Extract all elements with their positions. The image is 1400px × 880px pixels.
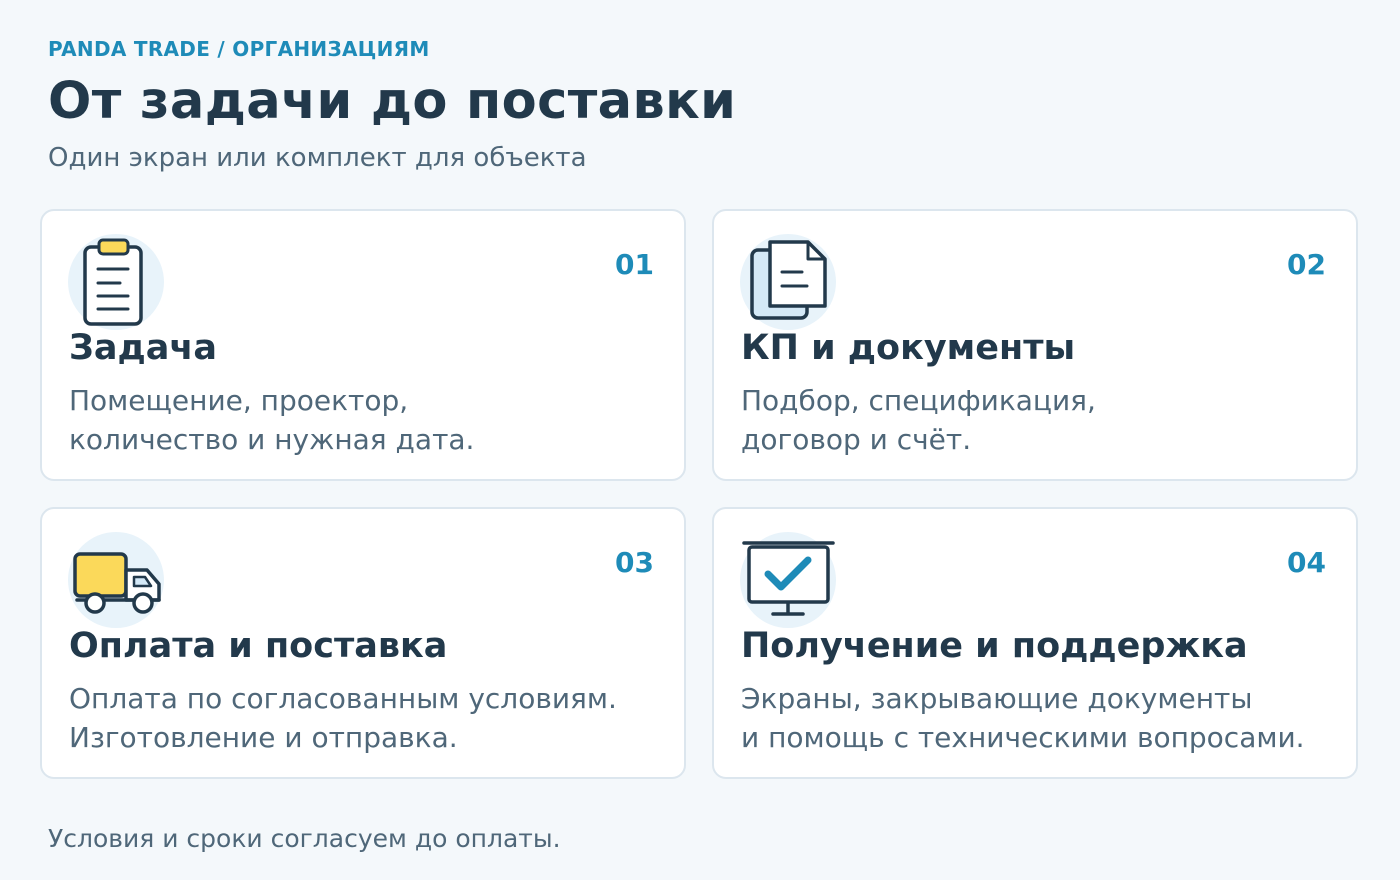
clipboard-icon — [66, 232, 166, 332]
step-description-line: количество и нужная дата. — [69, 423, 475, 456]
delivery-truck-icon — [66, 530, 166, 630]
step-number: 03 — [615, 546, 654, 579]
page-subtitle: Один экран или комплект для объекта — [48, 143, 587, 173]
step-description: Помещение, проектор, количество и нужная… — [69, 381, 474, 459]
step-number: 01 — [615, 248, 654, 281]
step-title: КП и документы — [741, 328, 1076, 368]
breadcrumb: PANDA TRADE / ОРГАНИЗАЦИЯМ — [48, 37, 430, 61]
step-card-task: 01 Задача Помещение, проектор, количеств… — [40, 209, 686, 481]
step-description: Подбор, спецификация, договор и счёт. — [741, 381, 1096, 459]
step-description-line: Изготовление и отправка. — [69, 721, 458, 754]
step-description-line: и помощь с техническими вопросами. — [741, 721, 1305, 754]
step-card-documents: 02 КП и документы Подбор, спецификация, … — [712, 209, 1358, 481]
step-description-line: Оплата по согласованным условиям. — [69, 682, 617, 715]
step-description: Оплата по согласованным условиям. Изгото… — [69, 679, 617, 757]
step-description-line: Подбор, спецификация, — [741, 384, 1096, 417]
page: PANDA TRADE / ОРГАНИЗАЦИЯМ От задачи до … — [0, 0, 1400, 880]
step-number: 04 — [1287, 546, 1326, 579]
projection-screen-check-icon — [738, 530, 838, 630]
step-card-delivery: 03 Оплата и поставка Оплата по согласова… — [40, 507, 686, 779]
step-description-line: договор и счёт. — [741, 423, 972, 456]
step-description-line: Экраны, закрывающие документы — [741, 682, 1253, 715]
footer-note: Условия и сроки согласуем до оплаты. — [48, 824, 561, 853]
step-description-line: Помещение, проектор, — [69, 384, 409, 417]
documents-icon — [738, 232, 838, 332]
page-title: От задачи до поставки — [48, 72, 737, 131]
step-title: Оплата и поставка — [69, 626, 448, 666]
step-title: Задача — [69, 328, 218, 368]
step-number: 02 — [1287, 248, 1326, 281]
step-card-support: 04 Получение и поддержка Экраны, закрыва… — [712, 507, 1358, 779]
step-title: Получение и поддержка — [741, 626, 1248, 666]
step-description: Экраны, закрывающие документы и помощь с… — [741, 679, 1305, 757]
